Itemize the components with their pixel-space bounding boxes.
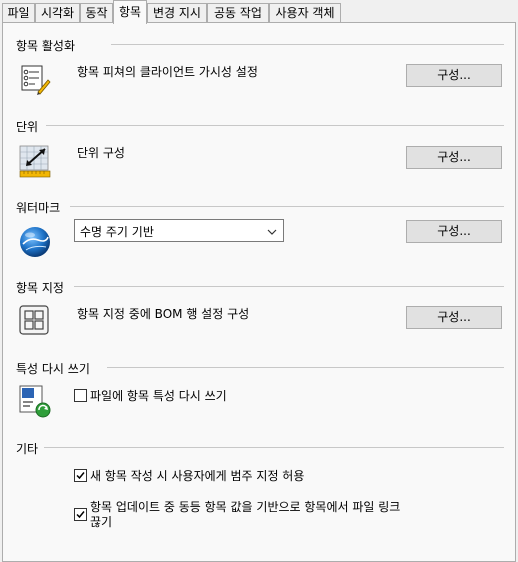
tab-bar: 파일 시각화 동작 항목 변경 지시 공동 작업 사용자 객체 bbox=[0, 0, 518, 24]
item-assignment-description: 항목 지정 중에 BOM 행 설정 구성 bbox=[77, 307, 250, 321]
ruler-units-icon bbox=[18, 144, 52, 178]
section-title-miscellaneous: 기타 bbox=[16, 442, 39, 456]
allow-category-assignment-label: 새 항목 작성 시 사용자에게 범주 지정 허용 bbox=[90, 469, 305, 483]
checklist-pencil-icon bbox=[18, 62, 52, 96]
globe-icon bbox=[18, 225, 52, 259]
section-divider bbox=[74, 286, 504, 287]
chevron-down-icon bbox=[267, 226, 277, 236]
section-divider bbox=[46, 125, 504, 126]
tab-visualization[interactable]: 시각화 bbox=[35, 3, 80, 22]
tab-file[interactable]: 파일 bbox=[2, 3, 35, 22]
watermark-mode-value: 수명 주기 기반 bbox=[80, 225, 154, 239]
property-write-back-checkbox[interactable] bbox=[74, 389, 87, 402]
section-divider bbox=[44, 447, 504, 448]
section-divider bbox=[111, 44, 504, 45]
section-divider bbox=[107, 367, 504, 368]
section-title-item-assignment: 항목 지정 bbox=[16, 281, 64, 295]
section-title-item-activation: 항목 활성화 bbox=[16, 39, 76, 53]
break-file-link-checkbox[interactable] bbox=[74, 508, 87, 521]
item-assignment-configure-button[interactable]: 구성... bbox=[406, 306, 502, 329]
item-activation-configure-button[interactable]: 구성... bbox=[406, 64, 502, 87]
watermark-configure-button[interactable]: 구성... bbox=[406, 220, 502, 243]
break-file-link-label-line1: 항목 업데이트 중 동등 항목 값을 기반으로 항목에서 파일 링크 bbox=[90, 500, 401, 514]
property-sync-icon bbox=[18, 384, 52, 418]
units-configure-button[interactable]: 구성... bbox=[406, 146, 502, 169]
section-title-watermark: 워터마크 bbox=[16, 201, 61, 215]
tab-items[interactable]: 항목 bbox=[113, 0, 147, 24]
item-activation-description: 항목 피쳐의 클라이언트 가시성 설정 bbox=[77, 65, 258, 79]
tab-collaboration[interactable]: 공동 작업 bbox=[207, 3, 269, 22]
section-title-property-write-back: 특성 다시 쓰기 bbox=[16, 362, 90, 376]
property-write-back-label: 파일에 항목 특성 다시 쓰기 bbox=[90, 389, 227, 403]
tab-change-order[interactable]: 변경 지시 bbox=[147, 3, 207, 22]
allow-category-assignment-checkbox[interactable] bbox=[74, 469, 87, 482]
grid-icon bbox=[18, 304, 52, 338]
tab-behavior[interactable]: 동작 bbox=[80, 3, 113, 22]
section-divider bbox=[70, 206, 504, 207]
units-description: 단위 구성 bbox=[77, 146, 125, 160]
section-title-units: 단위 bbox=[16, 120, 39, 134]
tab-custom-objects[interactable]: 사용자 객체 bbox=[269, 3, 341, 22]
watermark-mode-select[interactable]: 수명 주기 기반 bbox=[74, 219, 284, 242]
break-file-link-label-line2: 끊기 bbox=[90, 515, 113, 529]
